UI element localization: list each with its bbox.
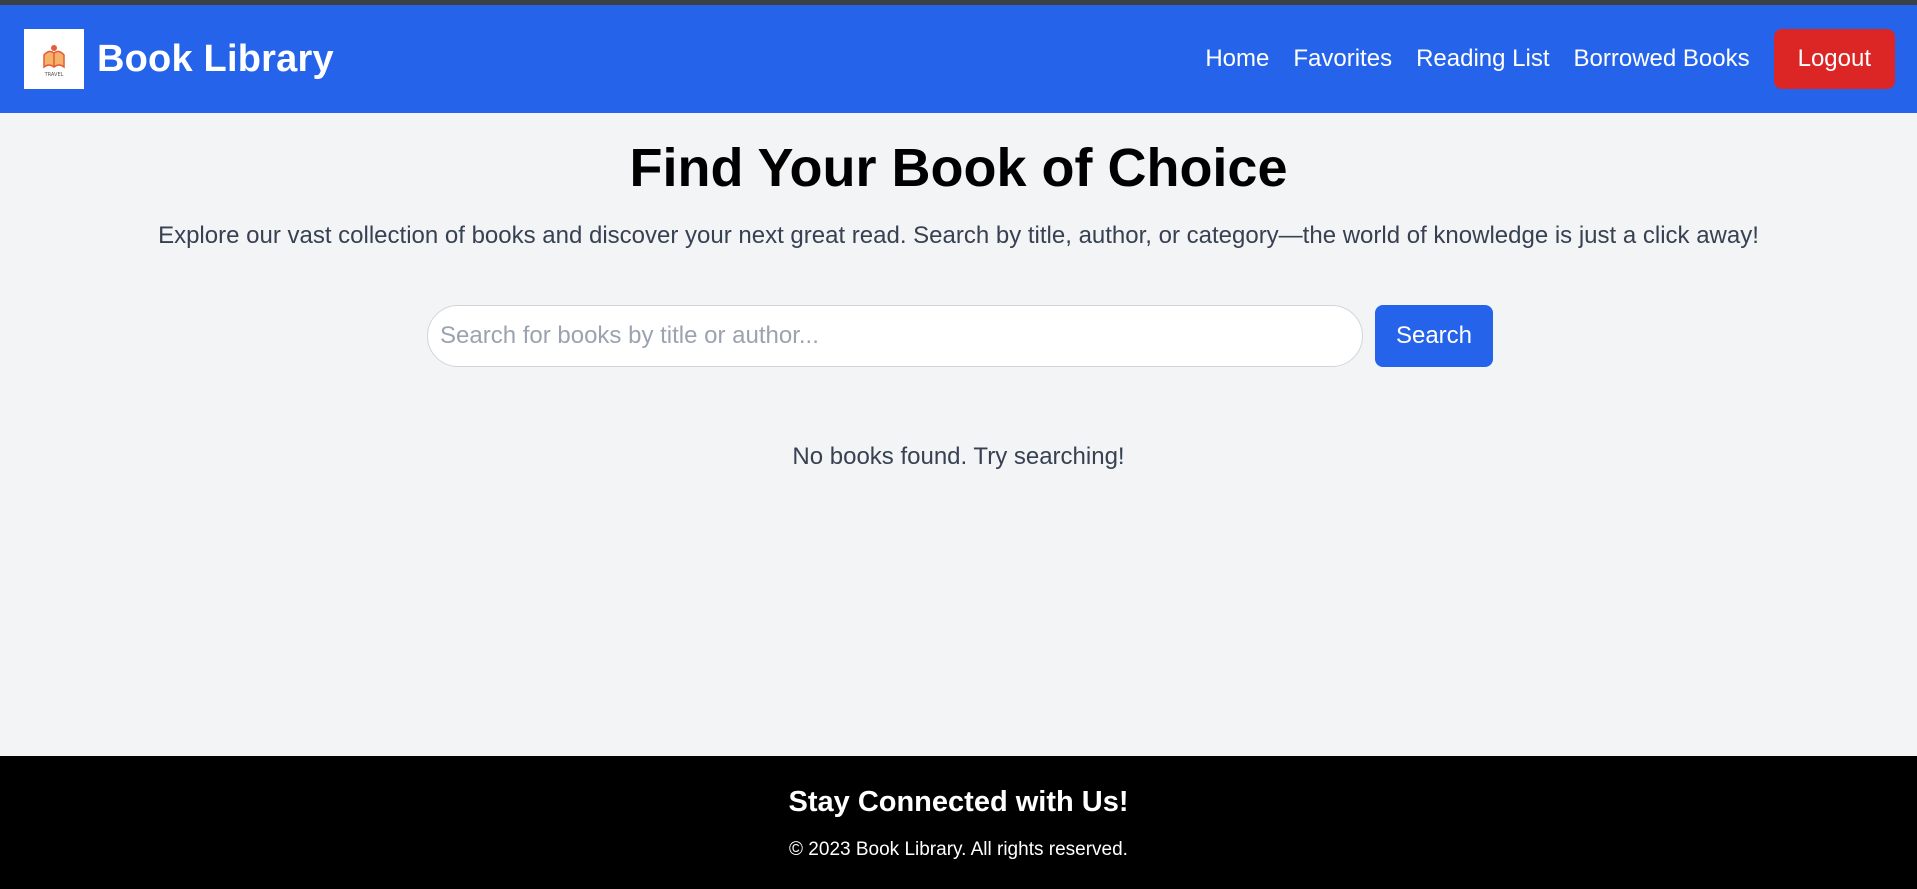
page-title: Find Your Book of Choice: [629, 138, 1288, 198]
search-button[interactable]: Search: [1375, 305, 1493, 367]
book-logo-icon: TRAVEL: [24, 29, 84, 89]
svg-text:TRAVEL: TRAVEL: [44, 72, 64, 78]
brand-name: Book Library: [97, 37, 334, 80]
page-subtitle: Explore our vast collection of books and…: [158, 222, 1759, 250]
nav-link-reading-list[interactable]: Reading List: [1416, 45, 1549, 73]
empty-results-message: No books found. Try searching!: [792, 443, 1125, 470]
nav-link-home[interactable]: Home: [1205, 45, 1269, 73]
search-input[interactable]: [427, 305, 1363, 367]
search-bar: Search: [427, 305, 1493, 367]
brand[interactable]: TRAVEL Book Library: [24, 29, 334, 89]
footer: Stay Connected with Us! © 2023 Book Libr…: [0, 756, 1917, 889]
navbar: TRAVEL Book Library Home Favorites Readi…: [0, 5, 1917, 113]
nav-link-borrowed-books[interactable]: Borrowed Books: [1574, 45, 1750, 73]
footer-title: Stay Connected with Us!: [788, 786, 1129, 818]
main-content: Find Your Book of Choice Explore our vas…: [0, 113, 1917, 756]
footer-copyright: © 2023 Book Library. All rights reserved…: [789, 839, 1128, 860]
main-nav: Home Favorites Reading List Borrowed Boo…: [1205, 29, 1895, 89]
nav-link-favorites[interactable]: Favorites: [1293, 45, 1392, 73]
logout-button[interactable]: Logout: [1773, 29, 1895, 89]
